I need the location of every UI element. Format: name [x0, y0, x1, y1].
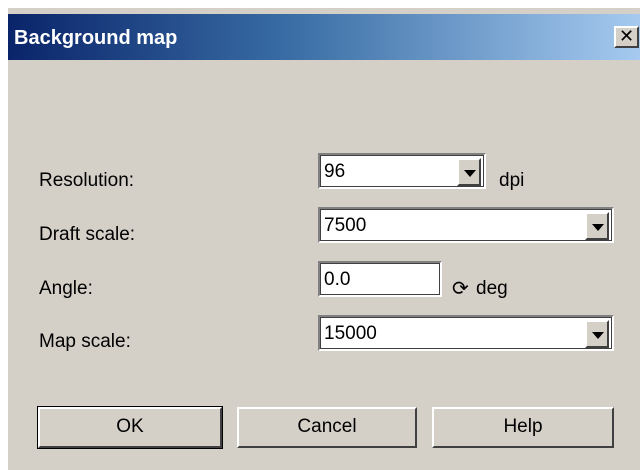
- draft-scale-label: Draft scale:: [39, 224, 136, 245]
- resolution-value: 96: [324, 161, 346, 182]
- close-icon: ✕: [618, 26, 635, 46]
- chevron-down-icon: [592, 224, 604, 231]
- close-button[interactable]: ✕: [614, 26, 639, 48]
- angle-value: 0.0: [324, 269, 351, 290]
- draft-scale-combobox[interactable]: 7500: [318, 207, 614, 243]
- resolution-unit: dpi: [499, 170, 525, 191]
- rotate-icon: ⟳: [452, 278, 469, 300]
- map-scale-combobox[interactable]: 15000: [318, 315, 614, 351]
- map-scale-dropdown-button[interactable]: [585, 320, 609, 348]
- angle-label: Angle:: [39, 278, 93, 299]
- draft-scale-value: 7500: [324, 215, 367, 236]
- ok-button[interactable]: OK: [37, 406, 223, 449]
- angle-input[interactable]: 0.0: [318, 261, 442, 297]
- chevron-down-icon: [464, 170, 476, 177]
- resolution-combobox[interactable]: 96: [318, 153, 486, 189]
- title-bar: Background map ✕: [8, 14, 640, 60]
- help-button[interactable]: Help: [432, 407, 614, 448]
- resolution-label: Resolution:: [39, 170, 135, 191]
- map-scale-label: Map scale:: [39, 331, 131, 352]
- angle-unit: deg: [476, 278, 508, 299]
- draft-scale-dropdown-button[interactable]: [585, 212, 609, 240]
- map-scale-value: 15000: [324, 323, 377, 344]
- cancel-button[interactable]: Cancel: [237, 407, 417, 448]
- resolution-dropdown-button[interactable]: [457, 158, 481, 186]
- background-map-dialog: Background map ✕ Resolution: 96 dpi Draf…: [8, 8, 640, 470]
- window-title: Background map: [14, 27, 178, 49]
- chevron-down-icon: [592, 332, 604, 339]
